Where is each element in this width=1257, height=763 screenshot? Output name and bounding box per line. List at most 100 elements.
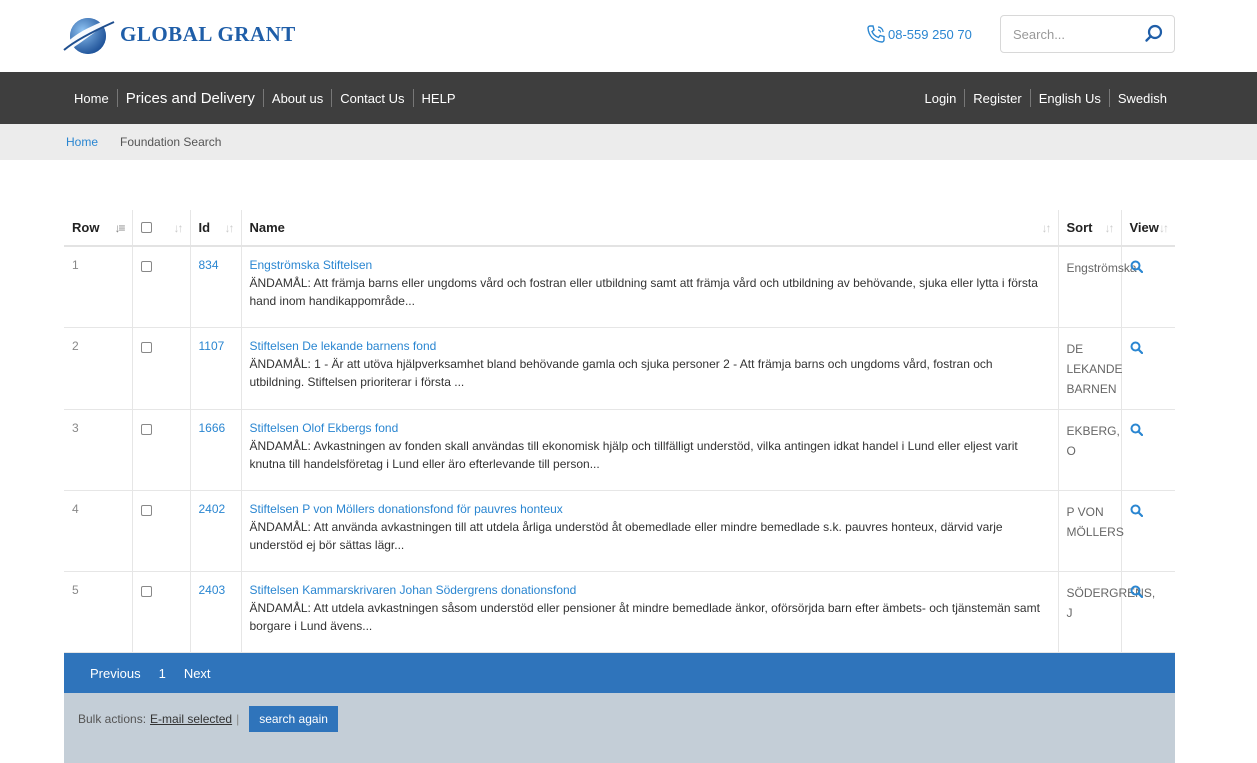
row-number: 4 [64, 490, 133, 572]
row-checkbox[interactable] [140, 504, 152, 516]
globe-logo-icon [63, 18, 115, 54]
table-row: 3 1666 Stiftelsen Olof Ekbergs fond ÄNDA… [64, 409, 1175, 491]
sort-icon[interactable]: ↓↑ [1159, 221, 1169, 235]
phone-text: 08-559 250 70 [888, 26, 972, 42]
row-checkbox[interactable] [140, 261, 152, 272]
pagination-bar: Previous 1 Next [64, 653, 1175, 693]
col-header-select[interactable]: ↓↑ [132, 210, 191, 247]
row-id-link[interactable]: 1107 [190, 327, 242, 410]
row-id-link[interactable]: 2402 [190, 490, 242, 572]
foundation-name-link[interactable]: Engströmska Stiftelsen [250, 258, 1050, 272]
row-view-cell [1121, 246, 1175, 328]
row-name-cell: Stiftelsen Kammarskrivaren Johan Södergr… [241, 571, 1059, 653]
row-select-cell [132, 409, 191, 491]
logo-text: GLOBAL GRANT [120, 21, 296, 46]
pagination-previous[interactable]: Previous [90, 666, 141, 681]
bulk-actions-row: Bulk actions: E-mail selected | search a… [78, 706, 338, 732]
row-checkbox[interactable] [140, 341, 152, 353]
logo[interactable]: GLOBAL GRANT [62, 10, 296, 58]
results-table-wrap: Row ↓≡ ↓↑ Id ↓↑ Name ↓↑ Sort ↓↑ View ↓↑ … [64, 210, 1175, 653]
row-name-cell: Stiftelsen De lekande barnens fond ÄNDAM… [241, 327, 1059, 410]
view-search-icon[interactable] [1130, 504, 1143, 517]
row-checkbox[interactable] [140, 423, 152, 435]
view-search-icon[interactable] [1130, 260, 1143, 273]
table-row: 2 1107 Stiftelsen De lekande barnens fon… [64, 327, 1175, 410]
row-select-cell [132, 571, 191, 653]
view-search-icon[interactable] [1130, 585, 1143, 598]
foundation-name-link[interactable]: Stiftelsen De lekande barnens fond [250, 339, 1050, 353]
col-header-view[interactable]: View ↓↑ [1121, 210, 1175, 247]
pagination-page-1[interactable]: 1 [159, 666, 166, 681]
breadcrumb-home[interactable]: Home [66, 135, 98, 149]
phone-number[interactable]: 08-559 250 70 [866, 24, 972, 44]
row-select-cell [132, 246, 191, 328]
foundation-description: ÄNDAMÅL: Att använda avkastningen till a… [249, 519, 1003, 552]
view-search-icon[interactable] [1130, 423, 1143, 436]
view-search-icon[interactable] [1130, 341, 1143, 354]
search-again-button[interactable]: search again [249, 706, 338, 732]
col-header-row-label: Row [72, 220, 100, 235]
row-id-link[interactable]: 2403 [190, 571, 242, 653]
foundation-name-link[interactable]: Stiftelsen Olof Ekbergs fond [250, 421, 1050, 435]
row-id-link[interactable]: 834 [190, 246, 242, 328]
row-view-cell [1121, 571, 1175, 653]
email-selected-link[interactable]: E-mail selected [150, 712, 232, 726]
row-sort-value: Engströmska [1058, 246, 1137, 328]
foundation-name-link[interactable]: Stiftelsen P von Möllers donationsfond f… [250, 502, 1050, 516]
search-input[interactable] [1013, 26, 1133, 42]
foundation-description: ÄNDAMÅL: Att utdela avkastningen såsom u… [249, 600, 1040, 633]
col-header-id[interactable]: Id ↓↑ [190, 210, 242, 247]
sort-icon[interactable]: ↓↑ [225, 221, 235, 235]
nav-about-us[interactable]: About us [264, 91, 331, 106]
sort-asc-icon[interactable]: ↓≡ [114, 221, 125, 235]
sort-icon[interactable]: ↓↑ [174, 221, 184, 235]
nav-help[interactable]: HELP [414, 91, 464, 106]
nav-prices-delivery[interactable]: Prices and Delivery [118, 90, 263, 107]
nav-left: Home Prices and Delivery About us Contac… [66, 72, 464, 124]
select-all-checkbox[interactable] [140, 222, 152, 233]
col-header-id-label: Id [198, 220, 211, 235]
row-select-cell [132, 490, 191, 572]
bulk-separator: | [236, 712, 240, 726]
row-sort-value: EKBERG, O [1058, 409, 1122, 491]
row-name-cell: Engströmska Stiftelsen ÄNDAMÅL: Att främ… [241, 246, 1059, 328]
col-header-name[interactable]: Name ↓↑ [241, 210, 1059, 247]
nav-register[interactable]: Register [965, 91, 1029, 106]
row-select-cell [132, 327, 191, 410]
bulk-actions-label: Bulk actions: [78, 712, 147, 726]
site-header: GLOBAL GRANT 08-559 250 70 [0, 0, 1257, 72]
foundation-name-link[interactable]: Stiftelsen Kammarskrivaren Johan Södergr… [250, 583, 1050, 597]
col-header-name-label: Name [249, 220, 285, 235]
nav-home[interactable]: Home [66, 91, 117, 106]
col-header-row[interactable]: Row ↓≡ [64, 210, 133, 247]
col-header-sort-label: Sort [1066, 220, 1093, 235]
foundation-description: ÄNDAMÅL: 1 - Är att utöva hjälpverksamhe… [249, 356, 993, 389]
col-header-sort[interactable]: Sort ↓↑ [1058, 210, 1122, 247]
row-number: 3 [64, 409, 133, 491]
results-table: Row ↓≡ ↓↑ Id ↓↑ Name ↓↑ Sort ↓↑ View ↓↑ … [64, 210, 1175, 653]
table-row: 5 2403 Stiftelsen Kammarskrivaren Johan … [64, 571, 1175, 653]
nav-login[interactable]: Login [916, 91, 964, 106]
search-box [1000, 15, 1175, 53]
sort-icon[interactable]: ↓↑ [1042, 221, 1052, 235]
row-number: 1 [64, 246, 133, 328]
col-header-view-label: View [1129, 220, 1159, 235]
nav-swedish[interactable]: Swedish [1110, 91, 1175, 106]
row-checkbox[interactable] [140, 585, 152, 597]
row-number: 2 [64, 327, 133, 410]
search-icon[interactable] [1144, 24, 1164, 44]
row-sort-value: P VON MÖLLERS [1058, 490, 1124, 572]
row-id-link[interactable]: 1666 [190, 409, 242, 491]
pagination-next[interactable]: Next [184, 666, 211, 681]
row-view-cell [1121, 327, 1175, 410]
foundation-description: ÄNDAMÅL: Att främja barns eller ungdoms … [249, 276, 1038, 308]
breadcrumb-current: Foundation Search [120, 135, 222, 149]
sort-icon[interactable]: ↓↑ [1105, 221, 1115, 235]
nav-english[interactable]: English Us [1031, 91, 1109, 106]
nav-contact-us[interactable]: Contact Us [332, 91, 412, 106]
bulk-actions-panel: Bulk actions: E-mail selected | search a… [64, 693, 1175, 763]
phone-icon [867, 25, 885, 43]
nav-right: Login Register English Us Swedish [916, 72, 1175, 124]
main-navbar: Home Prices and Delivery About us Contac… [0, 72, 1257, 124]
row-number: 5 [64, 571, 133, 653]
